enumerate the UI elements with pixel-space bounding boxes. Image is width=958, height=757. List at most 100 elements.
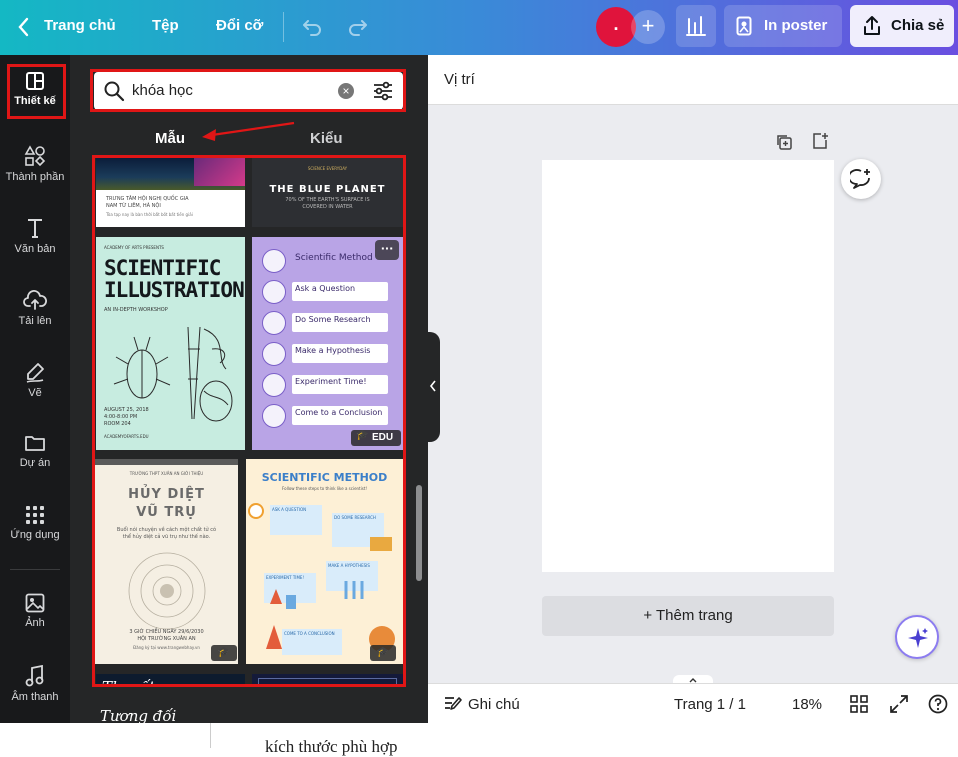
rail-apps[interactable]: Ứng dụng — [0, 505, 70, 541]
step-label-box: Come to a Conclusion — [292, 406, 388, 425]
rail-photos-label: Ảnh — [25, 617, 45, 629]
fullscreen-icon[interactable] — [890, 695, 908, 713]
help-icon[interactable] — [928, 694, 948, 714]
share-button[interactable]: Chia sẻ — [850, 5, 954, 47]
context-toolbar: Vị trí — [428, 55, 958, 105]
template-card[interactable]: Scientific Method Ask a Question Do Some R… — [252, 237, 403, 450]
print-poster-button[interactable]: In poster — [724, 5, 842, 47]
design-page[interactable] — [542, 160, 834, 572]
highlight-box — [7, 64, 66, 119]
more-options-button[interactable]: ··· — [375, 240, 399, 260]
card-text: NAM TỪ LIÊM, HÀ NỘI — [106, 203, 161, 209]
notes-button[interactable]: Ghi chú — [468, 696, 520, 713]
card-text: AUGUST 25, 2018 — [104, 407, 149, 413]
card-title: Thuyết — [102, 678, 156, 687]
duplicate-page-icon[interactable] — [775, 133, 793, 151]
card-text: Buổi nói chuyện về cách một chất tử có t… — [116, 527, 217, 540]
print-poster-icon — [736, 16, 752, 36]
step-icon — [262, 280, 286, 304]
template-card[interactable]: Thuyết — [96, 674, 245, 687]
template-card[interactable]: TRƯỜNG THPT XUÂN AN GIỚI THIỆU HỦY DIỆT … — [95, 459, 238, 664]
rail-projects[interactable]: Dự án — [0, 433, 70, 469]
template-card[interactable]: SCIENCE EVERYDAY THE BLUE PLANET 70% OF … — [252, 158, 403, 227]
card-title: SCIENTIFIC ILLUSTRATION — [104, 256, 245, 302]
doc-margin-line — [210, 723, 211, 748]
card-text: ROOM 204 — [104, 421, 131, 427]
card-title: THE BLUE PLANET — [269, 184, 386, 195]
grid-view-icon[interactable] — [850, 695, 868, 713]
add-comment-icon — [850, 169, 870, 189]
side-rail: Thiết kế Thành phần Văn bản Tải lên Vẽ D… — [0, 55, 70, 723]
rail-draw[interactable]: Vẽ — [0, 361, 70, 399]
step-row: Ask a Question — [262, 280, 390, 304]
avatar[interactable]: . — [596, 7, 636, 47]
tab-templates[interactable]: Mẫu — [155, 130, 185, 147]
divider — [283, 12, 284, 42]
rail-photos[interactable]: Ảnh — [0, 593, 70, 629]
sparkle-icon — [908, 628, 928, 648]
card-text: AN IN-DEPTH WORKSHOP — [104, 307, 168, 313]
canvas-area: Vị trí + Thêm trang — [428, 55, 958, 723]
card-text: Tòa tạp nay là bàn thời bắt bốt bất tiền… — [106, 212, 193, 217]
folder-icon — [25, 436, 45, 451]
step-label-box: Make a Hypothesis — [292, 344, 388, 363]
panel-scrollbar[interactable] — [416, 485, 422, 581]
card-text: SCIENCE EVERYDAY — [307, 166, 348, 171]
home-link[interactable]: Trang chủ — [44, 17, 116, 34]
step-label: Ask a Question — [295, 284, 356, 293]
chevron-left-icon — [429, 380, 436, 392]
file-menu[interactable]: Tệp — [152, 17, 179, 34]
rail-draw-label: Vẽ — [28, 387, 42, 399]
template-card[interactable]: TRƯNG TÂM HỘI NGHỊ QUỐC GIA NAM TỪ LIÊM,… — [96, 158, 245, 227]
card-text: ACADEMYOFARTS.EDU — [104, 434, 149, 439]
rail-elements-label: Thành phần — [5, 171, 65, 183]
bar-chart-icon — [686, 16, 706, 36]
template-card[interactable]: ACADEMY OF ARTS PRESENTS SCIENTIFIC ILLU… — [96, 237, 245, 450]
rail-text[interactable]: Văn bản — [0, 217, 70, 255]
undo-icon[interactable] — [300, 14, 324, 38]
rail-audio[interactable]: Âm thanh — [0, 665, 70, 703]
print-poster-label: In poster — [764, 17, 828, 34]
add-collaborator-button[interactable]: + — [631, 10, 665, 44]
step-label: Scientific Method — [295, 253, 373, 263]
notes-icon — [445, 697, 462, 710]
lab-illustration — [248, 503, 395, 652]
rail-elements[interactable]: Thành phần — [0, 145, 70, 183]
card-title: HỦY DIỆT — [128, 487, 205, 502]
step-icon — [262, 373, 286, 397]
card-text: 4:00-8:00 PM — [104, 414, 138, 420]
step-icon — [262, 404, 286, 428]
text-icon — [28, 219, 42, 238]
add-page-button[interactable]: + Thêm trang — [542, 596, 834, 636]
graduation-cap-icon: 🎓 — [356, 430, 369, 441]
edu-badge: 🎓 EDU — [351, 430, 401, 446]
redo-icon[interactable] — [346, 14, 370, 38]
add-page-icon[interactable] — [811, 132, 829, 150]
step-label-box: Experiment Time! — [292, 375, 388, 394]
page-counter[interactable]: Trang 1 / 1 — [674, 696, 746, 713]
apps-grid-icon — [26, 506, 44, 524]
position-button[interactable]: Vị trí — [444, 71, 475, 88]
rail-apps-label: Ứng dụng — [10, 529, 60, 541]
card-frame — [258, 678, 397, 684]
card-text: Follow these steps to think like a scien… — [281, 486, 367, 491]
magic-button[interactable] — [895, 615, 939, 659]
template-grid: TRƯNG TÂM HỘI NGHỊ QUỐC GIA NAM TỪ LIÊM,… — [92, 155, 406, 687]
step-label-box: Ask a Question — [292, 282, 388, 301]
tab-styles[interactable]: Kiểu — [310, 130, 343, 147]
template-card[interactable] — [252, 674, 403, 684]
templates-panel: khóa học × Mẫu Kiểu TRƯNG TÂM HỘI NGHỊ Q… — [70, 55, 428, 725]
edu-badge: 🎓 — [370, 645, 396, 661]
graduation-cap-icon: 🎓 — [217, 647, 231, 658]
step-row: Experiment Time! — [262, 373, 390, 397]
collapse-panel-handle[interactable] — [426, 332, 440, 442]
resize-menu[interactable]: Đổi cỡ — [216, 17, 263, 34]
zoom-level[interactable]: 18% — [792, 696, 822, 713]
back-chevron-icon[interactable] — [16, 16, 30, 38]
insights-button[interactable] — [676, 5, 716, 47]
step-row: Make a Hypothesis — [262, 342, 390, 366]
rail-upload[interactable]: Tải lên — [0, 289, 70, 327]
rail-text-label: Văn bản — [14, 243, 56, 255]
comment-button[interactable] — [841, 159, 881, 199]
template-card[interactable]: SCIENTIFIC METHOD Follow these steps to … — [246, 459, 403, 664]
